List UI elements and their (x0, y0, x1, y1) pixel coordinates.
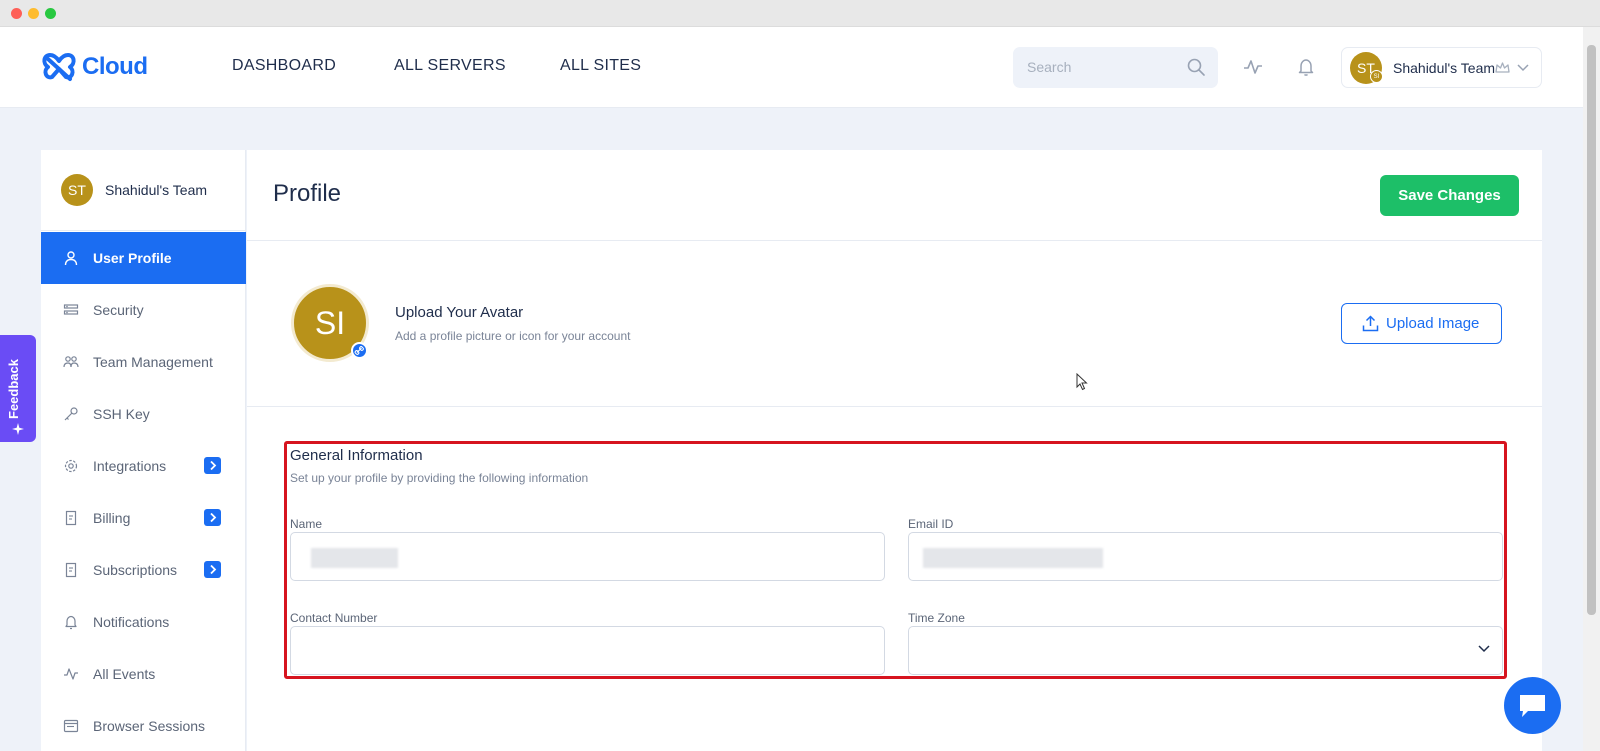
chevron-right-icon (210, 564, 217, 575)
nav-dashboard[interactable]: DASHBOARD (232, 57, 336, 75)
sparkle-icon (12, 423, 24, 435)
logo[interactable]: Cloud (40, 47, 148, 87)
sidebar-item-label: Billing (93, 510, 131, 526)
sidebar-item-user-profile[interactable]: User Profile (41, 232, 246, 284)
chevron-right-icon (210, 460, 217, 471)
contact-number-label: Contact Number (290, 611, 378, 625)
link-icon (354, 346, 364, 355)
mouse-cursor-icon (1076, 373, 1088, 391)
upload-image-label: Upload Image (1386, 315, 1480, 332)
activity-icon (64, 668, 78, 680)
sidebar-item-all-events[interactable]: All Events (41, 648, 246, 700)
maximize-window-button[interactable] (45, 8, 56, 19)
team-name: Shahidul's Team (1393, 60, 1496, 76)
chat-icon (1520, 695, 1545, 717)
sidebar-item-notifications[interactable]: Notifications (41, 596, 246, 648)
search-input[interactable] (1027, 57, 1177, 77)
sidebar-team: ST Shahidul's Team (41, 150, 246, 231)
email-value-redacted (923, 548, 1103, 568)
window-titlebar (0, 0, 1600, 27)
save-changes-button[interactable]: Save Changes (1380, 175, 1519, 216)
upload-avatar-title: Upload Your Avatar (395, 304, 524, 321)
sidebar-team-name: Shahidul's Team (105, 182, 208, 198)
key-icon (64, 407, 78, 421)
search-box (1013, 47, 1218, 88)
sidebar-item-label: Team Management (93, 354, 213, 370)
upload-image-button[interactable]: Upload Image (1341, 303, 1502, 344)
user-icon (64, 251, 78, 266)
contact-number-field[interactable] (290, 626, 885, 675)
expand-billing-button[interactable] (204, 509, 221, 526)
sidebar-item-label: Notifications (93, 614, 170, 630)
chevron-right-icon (210, 512, 217, 523)
edit-avatar-button[interactable] (351, 342, 368, 359)
avatar-section: SI Upload Your Avatar Add a profile pict… (247, 242, 1542, 407)
settings-sidebar: ST Shahidul's Team User Profile Security… (41, 150, 246, 751)
sidebar-item-team-management[interactable]: Team Management (41, 336, 246, 388)
sidebar-item-billing[interactable]: Billing (41, 492, 246, 544)
page-scrollbar[interactable] (1583, 27, 1600, 751)
sidebar-item-label: Browser Sessions (93, 718, 206, 734)
logo-text: Cloud (82, 53, 148, 80)
sidebar-item-label: All Events (93, 666, 156, 682)
expand-integrations-button[interactable] (204, 457, 221, 474)
upload-icon (1362, 315, 1379, 332)
sidebar-item-ssh-key[interactable]: SSH Key (41, 388, 246, 440)
feedback-tab[interactable]: Feedback (0, 335, 36, 442)
time-zone-select[interactable] (908, 626, 1503, 675)
sidebar-item-browser-sessions[interactable]: Browser Sessions (41, 700, 246, 751)
name-value-redacted (311, 548, 398, 568)
chevron-down-icon (1478, 645, 1490, 653)
upload-avatar-subtitle: Add a profile picture or icon for your a… (395, 329, 631, 343)
general-information-section: General Information Set up your profile … (284, 441, 1507, 679)
sidebar-team-avatar: ST (61, 174, 93, 206)
user-avatar-badge: SI (1370, 70, 1383, 83)
team-icon (63, 356, 79, 368)
sidebar-item-label: Subscriptions (93, 562, 178, 578)
email-label: Email ID (908, 517, 954, 531)
email-field[interactable] (908, 532, 1503, 581)
nav-all-servers[interactable]: ALL SERVERS (394, 57, 506, 75)
top-navigation: Cloud DASHBOARD ALL SERVERS ALL SITES ST… (0, 27, 1583, 108)
sidebar-item-label: Integrations (93, 458, 167, 474)
sidebar-item-label: User Profile (93, 250, 172, 266)
gear-icon (64, 459, 78, 473)
sidebar-item-integrations[interactable]: Integrations (41, 440, 246, 492)
sidebar-item-security[interactable]: Security (41, 284, 246, 336)
sidebar-item-subscriptions[interactable]: Subscriptions (41, 544, 246, 596)
bell-icon[interactable] (1296, 57, 1316, 77)
cloud-logo-icon (42, 53, 76, 81)
crown-icon (1495, 62, 1510, 73)
expand-subscriptions-button[interactable] (204, 561, 221, 578)
contact-number-input[interactable] (303, 639, 863, 663)
profile-header: Profile Save Changes (247, 150, 1542, 241)
general-information-subtitle: Set up your profile by providing the fol… (290, 471, 589, 485)
name-field[interactable] (290, 532, 885, 581)
team-switcher[interactable]: ST SI Shahidul's Team (1341, 47, 1542, 88)
profile-panel: Profile Save Changes SI Upload Your Avat… (247, 150, 1542, 751)
bell-icon (65, 615, 77, 630)
chevron-down-icon[interactable] (1517, 63, 1529, 73)
close-window-button[interactable] (11, 8, 22, 19)
sidebar-item-label: Security (93, 302, 144, 318)
general-information-title: General Information (290, 447, 423, 464)
document-icon (65, 510, 77, 526)
search-icon[interactable] (1186, 57, 1206, 77)
nav-all-sites[interactable]: ALL SITES (560, 57, 641, 75)
browser-icon (63, 719, 79, 733)
minimize-window-button[interactable] (28, 8, 39, 19)
sidebar-item-label: SSH Key (93, 406, 150, 422)
security-icon (63, 304, 79, 315)
scrollbar-thumb[interactable] (1587, 45, 1596, 615)
browser-window: Cloud DASHBOARD ALL SERVERS ALL SITES ST… (0, 0, 1600, 751)
activity-icon[interactable] (1243, 57, 1263, 77)
document-icon (65, 562, 77, 578)
page-title: Profile (273, 180, 342, 207)
chat-widget-button[interactable] (1504, 677, 1561, 734)
feedback-label: Feedback (6, 359, 21, 419)
name-label: Name (290, 517, 323, 531)
time-zone-label: Time Zone (908, 611, 965, 625)
